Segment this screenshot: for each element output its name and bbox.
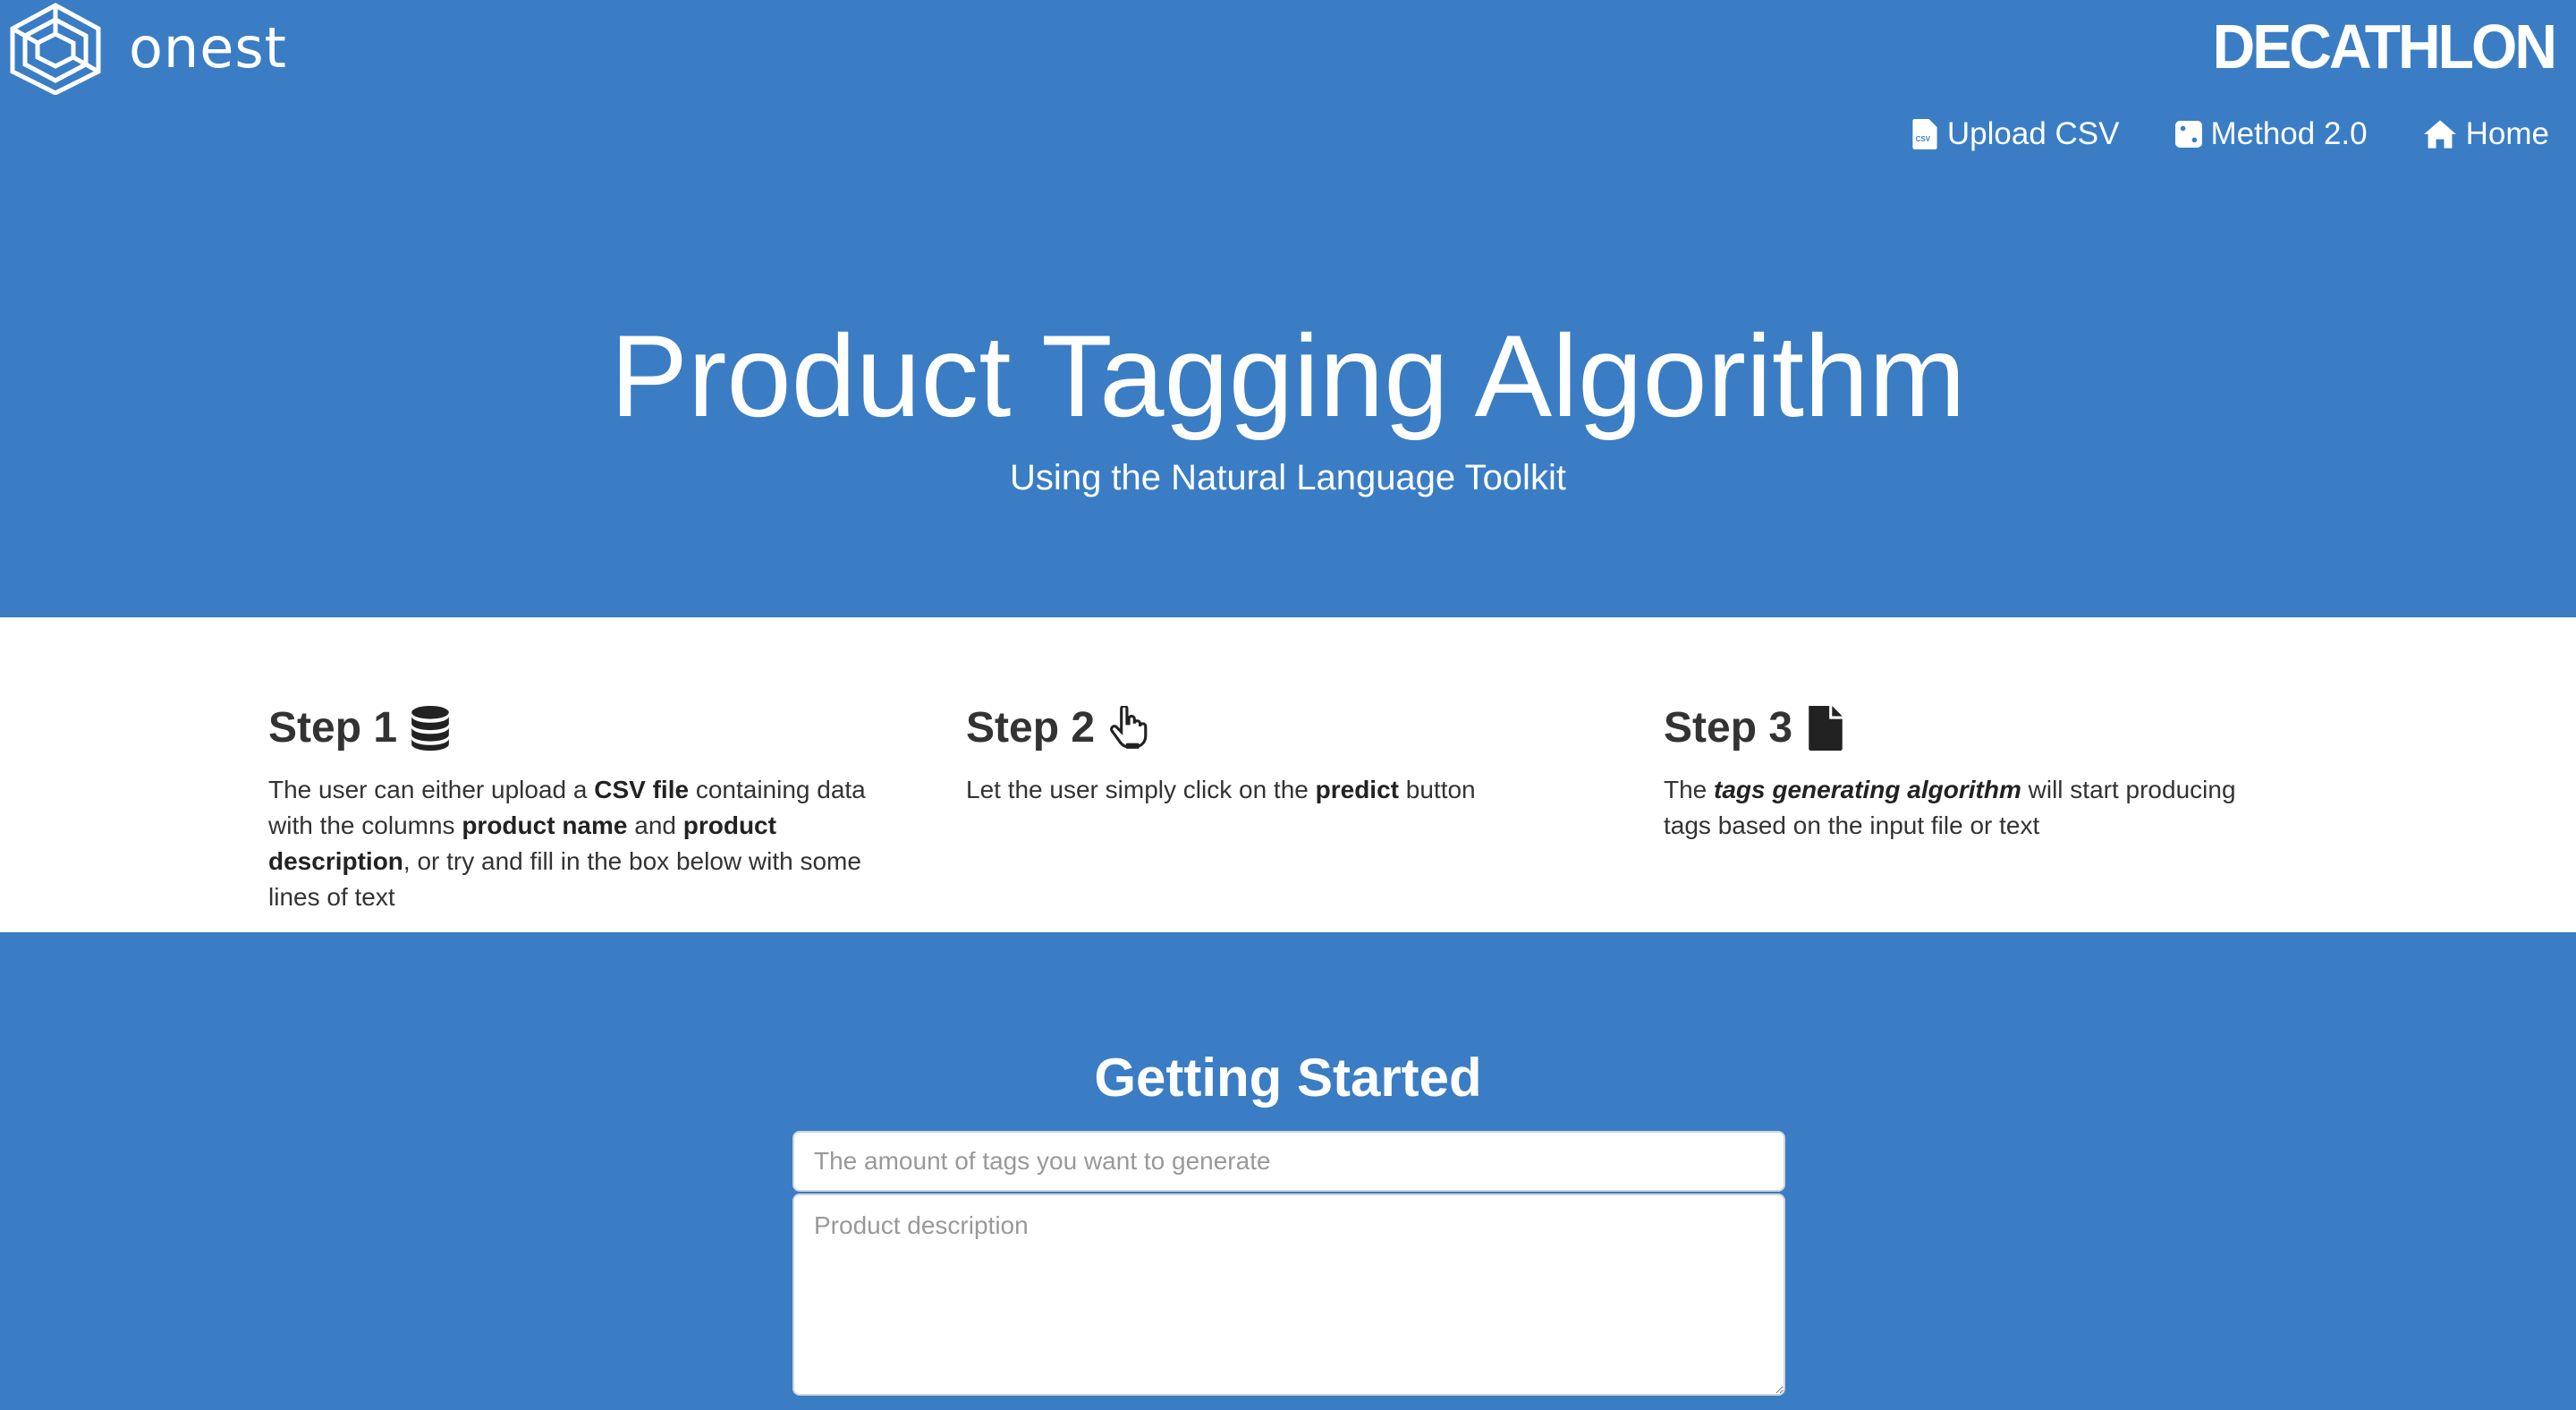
pointer-hand-icon (1110, 705, 1148, 749)
tags-amount-input[interactable] (792, 1131, 1785, 1192)
decathlon-logo[interactable]: DECATHLON (2213, 11, 2557, 82)
svg-text:CSV: CSV (1916, 135, 1931, 143)
top-nav: CSV Upload CSV Method 2.0 Home (1911, 116, 2549, 152)
nav-home-label: Home (2465, 116, 2549, 151)
step-1-heading: Step 1 (268, 703, 886, 752)
dice-icon (2174, 121, 2202, 148)
step-3: Step 3 The tags generating algorithm wil… (1664, 703, 2281, 844)
nav-method-2-label: Method 2.0 (2210, 116, 2368, 151)
onest-logo[interactable]: onest (2, 0, 287, 95)
step-2-heading: Step 2 (966, 703, 1583, 752)
product-description-input[interactable] (792, 1193, 1785, 1396)
steps-section: Step 1 The user can either upload a CSV … (0, 617, 2576, 932)
csv-file-icon: CSV (1912, 119, 1937, 149)
step-3-text: The tags generating algorithm will start… (1664, 776, 2236, 839)
step-1-text: The user can either upload a CSV file co… (268, 776, 866, 911)
home-icon (2423, 120, 2456, 149)
step-3-heading: Step 3 (1664, 703, 2281, 752)
getting-started-section: Getting Started (0, 932, 2576, 1410)
header: onest DECATHLON CSV Upload CSV Method 2.… (0, 0, 2576, 617)
page-subtitle: Using the Natural Language Toolkit (1010, 458, 1566, 497)
nav-upload-csv[interactable]: CSV Upload CSV (1911, 116, 2120, 152)
database-icon (411, 705, 449, 751)
nav-home[interactable]: Home (2423, 116, 2549, 152)
step-3-title: Step 3 (1664, 704, 1793, 752)
file-icon (1809, 705, 1843, 751)
nav-upload-csv-label: Upload CSV (1946, 116, 2120, 151)
nav-method-2[interactable]: Method 2.0 (2174, 116, 2368, 152)
onest-hexagon-icon (10, 3, 101, 95)
step-2: Step 2 Let the user simply click on the … (966, 703, 1583, 808)
step-2-text: Let the user simply click on the predict… (966, 776, 1476, 803)
step-2-title: Step 2 (966, 704, 1096, 752)
getting-started-heading: Getting Started (1094, 1048, 1482, 1108)
step-1-title: Step 1 (268, 704, 398, 752)
step-1: Step 1 The user can either upload a CSV … (268, 703, 886, 915)
page-title: Product Tagging Algorithm (610, 310, 1966, 441)
onest-logo-text: onest (129, 14, 287, 81)
